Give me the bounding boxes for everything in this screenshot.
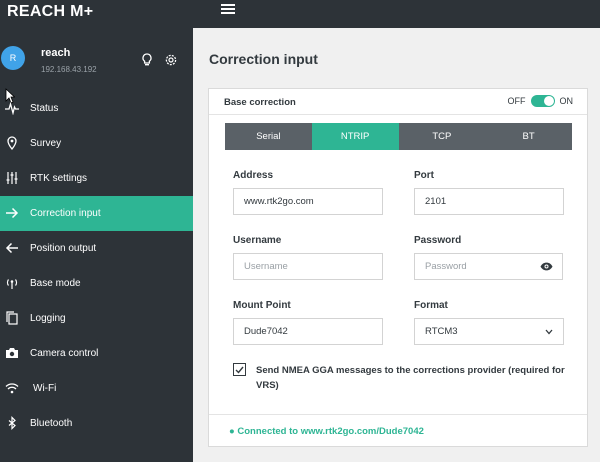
chevron-down-icon [545, 329, 553, 335]
sidebar-item-camera-control[interactable]: Camera control [0, 336, 193, 371]
card-footer: ● Connected to www.rtk2go.com/Dude7042 [209, 414, 587, 446]
sidebar-item-label: Camera control [30, 348, 99, 359]
nmea-gga-checkbox[interactable] [233, 363, 246, 376]
sidebar-item-survey[interactable]: Survey [0, 126, 193, 161]
sidebar-item-label: Correction input [30, 208, 101, 219]
mount-point-input[interactable]: Dude7042 [233, 318, 383, 345]
location-pin-icon [7, 136, 17, 150]
sidebar-item-status[interactable]: Status [0, 91, 193, 126]
sidebar-item-label: RTK settings [30, 173, 88, 184]
gear-icon[interactable] [164, 53, 178, 67]
sidebar-item-label: Status [30, 103, 59, 114]
sliders-icon [6, 172, 18, 184]
camera-icon [6, 348, 18, 358]
sidebar-nav: Status Survey RTK settings Correction in… [0, 91, 193, 441]
show-password-button[interactable] [530, 253, 563, 280]
sidebar-item-label: Wi-Fi [33, 383, 57, 394]
antenna-icon [6, 279, 18, 289]
main-content: Correction input Base correction OFF ON … [193, 28, 600, 462]
card-header: Base correction OFF ON [209, 89, 587, 115]
bluetooth-icon [8, 416, 16, 430]
checkmark-icon [235, 366, 244, 374]
avatar: R [1, 46, 25, 70]
pulse-icon [5, 101, 19, 115]
user-name: reach [41, 47, 71, 59]
password-input[interactable]: Password [414, 253, 531, 280]
port-label: Port [414, 170, 434, 181]
top-bar: REACH M+ [0, 0, 600, 28]
address-label: Address [233, 170, 274, 181]
base-correction-toggle-group: OFF ON [507, 95, 574, 107]
sidebar-item-wifi[interactable]: Wi-Fi [0, 371, 193, 406]
user-panel: R reach 192.168.43.192 [0, 28, 193, 88]
sidebar-item-label: Logging [30, 313, 66, 324]
nmea-gga-label: Send NMEA GGA messages to the correction… [256, 365, 565, 391]
username-input[interactable]: Username [233, 253, 383, 280]
password-label: Password [414, 235, 462, 246]
base-correction-card: Base correction OFF ON Serial NTRIP TCP … [208, 88, 588, 447]
toggle-off-label: OFF [507, 96, 526, 106]
base-correction-toggle[interactable] [530, 95, 555, 107]
tab-bt[interactable]: BT [485, 123, 572, 150]
toggle-on-label: ON [559, 96, 574, 106]
username-label: Username [233, 235, 282, 246]
sidebar-item-label: Base mode [30, 278, 81, 289]
sidebar-item-label: Position output [30, 243, 97, 254]
connection-status: ● Connected to www.rtk2go.com/Dude7042 [229, 426, 424, 437]
files-icon [6, 311, 18, 325]
tab-tcp[interactable]: TCP [399, 123, 486, 150]
tab-ntrip[interactable]: NTRIP [311, 123, 399, 150]
format-select[interactable]: RTCM3 [414, 318, 564, 345]
sidebar-item-base-mode[interactable]: Base mode [0, 266, 193, 301]
sidebar: R reach 192.168.43.192 Status Survey RTK… [0, 28, 193, 462]
sidebar-item-position-output[interactable]: Position output [0, 231, 193, 266]
sidebar-item-bluetooth[interactable]: Bluetooth [0, 406, 193, 441]
port-input[interactable]: 2101 [414, 188, 564, 215]
arrow-left-icon [5, 242, 18, 254]
tab-serial[interactable]: Serial [225, 123, 312, 150]
page-title: Correction input [209, 51, 318, 67]
card-title: Base correction [224, 97, 296, 108]
sidebar-item-label: Bluetooth [30, 418, 73, 429]
sidebar-item-logging[interactable]: Logging [0, 301, 193, 336]
sidebar-item-rtk-settings[interactable]: RTK settings [0, 161, 193, 196]
connection-status-text: Connected to www.rtk2go.com/Dude7042 [237, 426, 424, 437]
address-input[interactable]: www.rtk2go.com [233, 188, 383, 215]
format-label: Format [414, 300, 448, 311]
user-ip: 192.168.43.192 [41, 65, 97, 74]
mount-point-label: Mount Point [233, 300, 291, 311]
correction-tabs: Serial NTRIP TCP BT [225, 123, 572, 150]
wifi-icon [5, 383, 19, 394]
eye-icon [540, 262, 552, 271]
brand-logo: REACH M+ [7, 3, 94, 20]
lightbulb-icon[interactable] [141, 53, 153, 67]
menu-icon[interactable] [221, 4, 235, 16]
sidebar-item-correction-input[interactable]: Correction input [0, 196, 193, 231]
arrow-right-icon [6, 207, 19, 219]
sidebar-item-label: Survey [30, 138, 62, 149]
